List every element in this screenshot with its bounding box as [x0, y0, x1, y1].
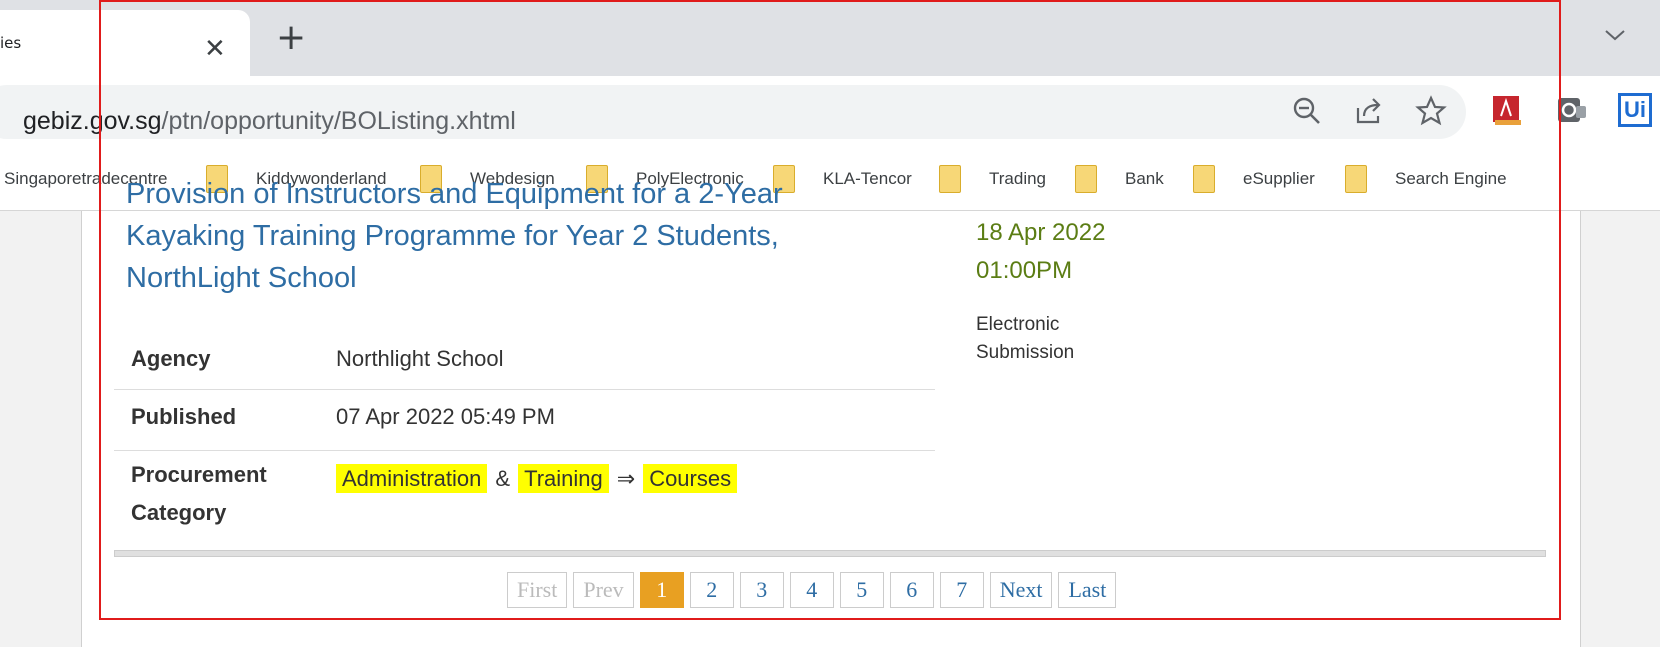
browser-toolbar: gebiz.gov.sg/ptn/opportunity/BOListing.x… — [0, 76, 1660, 148]
page-button-6[interactable]: 6 — [889, 572, 934, 608]
bookmark-bank[interactable]: Bank — [1075, 162, 1164, 196]
page-button-4[interactable]: 4 — [789, 572, 834, 608]
bookmark-label: Bank — [1125, 169, 1164, 188]
published-label: Published — [131, 404, 237, 429]
category-tag: Training — [518, 464, 609, 493]
tab-strip: ies ✕ + — [0, 0, 1660, 76]
active-tab[interactable]: ies ✕ — [0, 10, 250, 76]
url-text[interactable]: gebiz.gov.sg/ptn/opportunity/BOListing.x… — [23, 107, 516, 136]
folder-icon — [939, 165, 961, 193]
category-separator: ⇒ — [616, 466, 636, 491]
page-button-7[interactable]: 7 — [939, 572, 984, 608]
label-line: Category — [131, 500, 227, 525]
submission-method: Electronic Submission — [976, 311, 1136, 367]
close-tab-icon[interactable]: ✕ — [204, 36, 226, 62]
bookmark-label: eSupplier — [1243, 169, 1315, 188]
agency-row: Agency Northlight School — [114, 329, 935, 390]
bookmark-trading[interactable]: Trading — [939, 162, 1046, 196]
procurement-category-label: Procurement Category — [131, 456, 267, 532]
procurement-category-row: Procurement Category Administration & Trai… — [114, 450, 935, 540]
folder-icon — [1193, 165, 1215, 193]
submission-line: Electronic — [976, 314, 1060, 335]
page-button-3[interactable]: 3 — [739, 572, 784, 608]
new-tab-icon[interactable]: + — [276, 20, 306, 56]
address-bar[interactable]: gebiz.gov.sg/ptn/opportunity/BOListing.x… — [0, 85, 1466, 139]
title-line: Provision of Instructors and Equipment f… — [126, 178, 783, 210]
section-divider — [114, 550, 1546, 557]
office-extension-icon[interactable] — [1556, 94, 1588, 126]
category-tag: Courses — [643, 464, 738, 493]
submission-line: Submission — [976, 342, 1075, 363]
first-page-button[interactable]: First — [507, 572, 568, 608]
url-domain: gebiz.gov.sg — [23, 107, 162, 135]
folder-icon — [1075, 165, 1097, 193]
bookmark-label: Search Engine — [1395, 169, 1507, 188]
opportunity-card: Provision of Instructors and Equipment f… — [81, 178, 1581, 647]
published-row: Published 07 Apr 2022 05:49 PM — [114, 389, 935, 451]
title-line: Kayaking Training Programme for Year 2 S… — [126, 220, 779, 252]
last-page-button[interactable]: Last — [1058, 572, 1117, 608]
uipath-extension-icon[interactable]: Ui — [1618, 93, 1652, 127]
lock-icon[interactable] — [0, 111, 2, 133]
closing-time: 01:00PM — [976, 257, 1073, 284]
agency-value: Northlight School — [336, 346, 504, 371]
published-value: 07 Apr 2022 05:49 PM — [336, 404, 555, 429]
closing-date: 18 Apr 2022 — [976, 219, 1106, 246]
label-line: Procurement — [131, 462, 267, 487]
folder-icon — [1345, 165, 1367, 193]
tab-title: ies — [0, 34, 22, 52]
bookmark-search-engine[interactable]: Search Engine — [1345, 162, 1507, 196]
star-icon[interactable] — [1414, 94, 1448, 128]
title-line: NorthLight School — [126, 262, 357, 294]
bookmark-esupplier[interactable]: eSupplier — [1193, 162, 1315, 196]
bookmark-label: Trading — [989, 169, 1047, 188]
page-content: Provision of Instructors and Equipment f… — [0, 178, 1660, 647]
pdf-extension-icon[interactable] — [1492, 94, 1522, 126]
page-button-5[interactable]: 5 — [839, 572, 884, 608]
next-page-button[interactable]: Next — [989, 572, 1053, 608]
page-button-2[interactable]: 2 — [689, 572, 734, 608]
agency-label: Agency — [131, 346, 211, 371]
category-tag: Administration — [336, 464, 488, 493]
page-button-1[interactable]: 1 — [639, 572, 684, 608]
zoom-out-icon[interactable] — [1290, 94, 1324, 128]
url-path: /ptn/opportunity/BOListing.xhtml — [161, 107, 516, 135]
chevron-down-icon[interactable] — [1602, 22, 1628, 48]
share-icon[interactable] — [1352, 94, 1386, 128]
pagination: First Prev 1 2 3 4 5 6 7 Next Last — [507, 572, 1122, 608]
prev-page-button[interactable]: Prev — [573, 572, 634, 608]
closing-datetime: 18 Apr 2022 01:00PM — [976, 214, 1105, 290]
opportunity-title-link[interactable]: Provision of Instructors and Equipment f… — [126, 173, 846, 299]
procurement-category-value: Administration & Training ⇒ Courses — [336, 460, 738, 498]
category-separator: & — [495, 466, 511, 491]
